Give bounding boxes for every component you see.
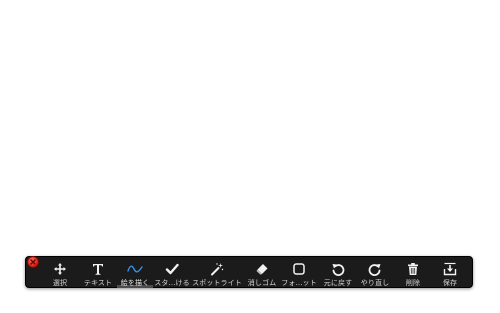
tool-save[interactable]: 保存 [431,258,469,288]
tool-label: テキスト [83,279,113,287]
tool-spotlight[interactable]: スポットライト [192,258,242,288]
blank-canvas: 選択 テキスト 絵を描く スタ…ける スポットライト 消しゴム フォ…ット 元に… [0,0,500,313]
trash-icon [405,261,421,277]
tool-label: スポットライト [192,279,242,287]
tool-text[interactable]: テキスト [79,258,117,288]
tool-select[interactable]: 選択 [41,258,79,288]
tool-label: やり直し [360,279,390,287]
tool-stamp[interactable]: スタ…ける [153,258,191,288]
draw-icon [127,261,143,277]
tool-redo[interactable]: やり直し [356,258,394,288]
frame-icon [291,261,307,277]
save-icon [442,261,458,277]
undo-icon [330,261,346,277]
tool-label: 絵を描く [120,279,150,287]
move-icon [52,261,68,277]
tool-label: 選択 [52,279,68,287]
tool-label: 消しゴム [247,279,277,287]
checkmark-icon [164,261,180,277]
tool-label: スタ…ける [154,279,190,287]
text-icon [90,261,106,277]
tool-undo[interactable]: 元に戻す [319,258,357,288]
redo-icon [367,261,383,277]
magic-wand-icon [209,261,225,277]
tool-delete[interactable]: 削除 [394,258,432,288]
tool-label: 保存 [442,279,458,287]
tool-label: 削除 [405,279,421,287]
close-icon[interactable] [27,256,39,268]
tool-eraser[interactable]: 消しゴム [243,258,281,288]
tool-label: 元に戻す [323,279,353,287]
tool-label: フォ…ット [281,279,317,287]
tool-draw[interactable]: 絵を描く [116,258,154,288]
eraser-icon [254,261,270,277]
tool-frame[interactable]: フォ…ット [280,258,318,288]
